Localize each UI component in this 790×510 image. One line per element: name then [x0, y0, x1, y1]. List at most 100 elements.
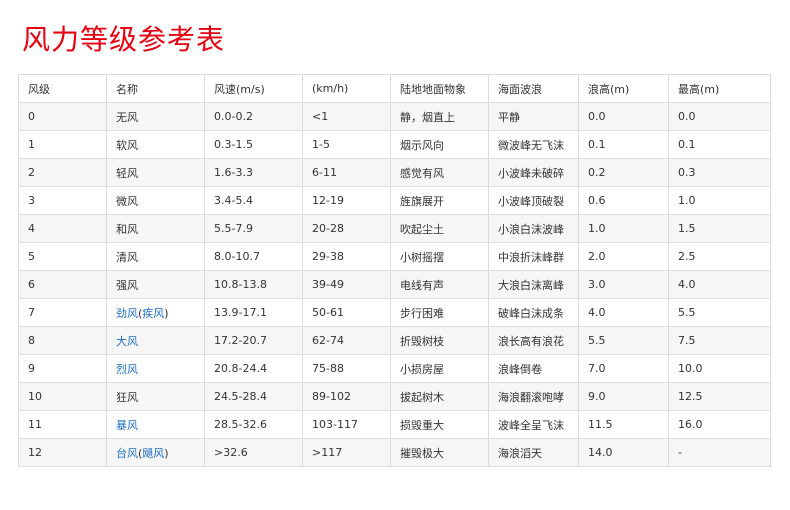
cell-land: 电线有声 [390, 270, 489, 299]
cell-sea: 中浪折沫峰群 [488, 242, 579, 271]
cell-name: 强风 [106, 270, 205, 299]
cell-speed-ms: 28.5-32.6 [204, 410, 303, 439]
wind-name-text: 清风 [116, 250, 138, 264]
cell-land: 感觉有风 [390, 158, 489, 187]
wind-name-link[interactable]: 大风 [116, 335, 138, 348]
cell-sea: 微波峰无飞沫 [488, 130, 579, 159]
table-row: 11 暴风 28.5-32.6 103-117 损毁重大 波峰全呈飞沫 11.5 16.0 [18, 410, 771, 439]
cell-speed-kmh: 75-88 [302, 354, 391, 383]
wind-name-text: 微风 [116, 194, 138, 208]
table-row: 7 劲风(疾风) 13.9-17.1 50-61 步行困难 破峰白沫成条 4.0 5.5 [18, 298, 771, 327]
wind-alt-name-link[interactable]: 疾风 [142, 307, 164, 320]
cell-speed-ms: 8.0-10.7 [204, 242, 303, 271]
table-row: 2 轻风 1.6-3.3 6-11 感觉有风 小波峰未破碎 0.2 0.3 [18, 158, 771, 187]
cell-level: 5 [18, 242, 107, 271]
wind-name-link[interactable]: 劲风 [116, 307, 138, 320]
wind-name-link[interactable]: 烈风 [116, 363, 138, 376]
cell-max: 10.0 [668, 354, 771, 383]
cell-land: 吹起尘土 [390, 214, 489, 243]
cell-level: 0 [18, 102, 107, 131]
cell-wave: 4.0 [578, 298, 669, 327]
cell-speed-ms: 10.8-13.8 [204, 270, 303, 299]
cell-max: 2.5 [668, 242, 771, 271]
table-row: 9 烈风 20.8-24.4 75-88 小损房屋 浪峰倒卷 7.0 10.0 [18, 354, 771, 383]
cell-level: 9 [18, 354, 107, 383]
cell-land: 折毁树枝 [390, 326, 489, 355]
cell-land: 损毁重大 [390, 410, 489, 439]
cell-speed-kmh: 20-28 [302, 214, 391, 243]
cell-max: 5.5 [668, 298, 771, 327]
cell-sea: 平静 [488, 102, 579, 131]
cell-speed-kmh: >117 [302, 438, 391, 467]
cell-level: 4 [18, 214, 107, 243]
cell-wave: 5.5 [578, 326, 669, 355]
wind-name-link[interactable]: 暴风 [116, 419, 138, 432]
wind-alt-name-link[interactable]: 飓风 [142, 447, 164, 460]
cell-wave: 0.0 [578, 102, 669, 131]
table-row: 4 和风 5.5-7.9 20-28 吹起尘土 小浪白沫波峰 1.0 1.5 [18, 214, 771, 243]
cell-level: 8 [18, 326, 107, 355]
cell-speed-kmh: 103-117 [302, 410, 391, 439]
cell-sea: 小浪白沫波峰 [488, 214, 579, 243]
cell-level: 11 [18, 410, 107, 439]
cell-sea: 小波峰顶破裂 [488, 186, 579, 215]
cell-level: 3 [18, 186, 107, 215]
cell-speed-kmh: 62-74 [302, 326, 391, 355]
cell-max: 1.0 [668, 186, 771, 215]
cell-max: 0.3 [668, 158, 771, 187]
cell-max: - [668, 438, 771, 467]
header-speed-kmh: (km/h) [302, 74, 391, 103]
table-row: 6 强风 10.8-13.8 39-49 电线有声 大浪白沫离峰 3.0 4.0 [18, 270, 771, 299]
cell-max: 0.1 [668, 130, 771, 159]
cell-land: 静，烟直上 [390, 102, 489, 131]
wind-name-text: 轻风 [116, 166, 138, 180]
cell-max: 12.5 [668, 382, 771, 411]
cell-sea: 海浪翻滚咆哮 [488, 382, 579, 411]
wind-name-text: 无风 [116, 110, 138, 124]
cell-speed-kmh: 29-38 [302, 242, 391, 271]
cell-wave: 1.0 [578, 214, 669, 243]
table-header-row: 风级 名称 风速(m/s) (km/h) 陆地地面物象 海面波浪 浪高(m) 最… [18, 74, 771, 103]
cell-speed-ms: 20.8-24.4 [204, 354, 303, 383]
page-title: 风力等级参考表 [22, 23, 226, 56]
cell-wave: 0.6 [578, 186, 669, 215]
cell-speed-ms: 0.0-0.2 [204, 102, 303, 131]
cell-sea: 海浪滔天 [488, 438, 579, 467]
table-row: 5 清风 8.0-10.7 29-38 小树摇摆 中浪折沫峰群 2.0 2.5 [18, 242, 771, 271]
cell-level: 12 [18, 438, 107, 467]
cell-name: 清风 [106, 242, 205, 271]
cell-max: 7.5 [668, 326, 771, 355]
cell-wave: 3.0 [578, 270, 669, 299]
cell-level: 1 [18, 130, 107, 159]
table-row: 12 台风(飓风) >32.6 >117 摧毁极大 海浪滔天 14.0- [18, 438, 771, 467]
cell-wave: 0.1 [578, 130, 669, 159]
cell-wave: 2.0 [578, 242, 669, 271]
cell-name: 无风 [106, 102, 205, 131]
paren-close: ) [164, 446, 169, 460]
wind-name-text: 狂风 [116, 390, 138, 404]
cell-speed-ms: 17.2-20.7 [204, 326, 303, 355]
wind-name-text: 强风 [116, 278, 138, 292]
header-land: 陆地地面物象 [390, 74, 489, 103]
wind-scale-table: 风级 名称 风速(m/s) (km/h) 陆地地面物象 海面波浪 浪高(m) 最… [18, 74, 771, 467]
cell-wave: 9.0 [578, 382, 669, 411]
cell-name: 轻风 [106, 158, 205, 187]
wind-name-text: 软风 [116, 138, 138, 152]
cell-sea: 小波峰未破碎 [488, 158, 579, 187]
paren-close: ) [164, 306, 169, 320]
header-max: 最高(m) [668, 74, 771, 103]
cell-sea: 浪峰倒卷 [488, 354, 579, 383]
cell-name: 暴风 [106, 410, 205, 439]
cell-max: 1.5 [668, 214, 771, 243]
wind-name-link[interactable]: 台风 [116, 447, 138, 460]
cell-speed-ms: >32.6 [204, 438, 303, 467]
cell-land: 摧毁极大 [390, 438, 489, 467]
header-wave: 浪高(m) [578, 74, 669, 103]
cell-land: 旌旗展开 [390, 186, 489, 215]
table-row: 8 大风 17.2-20.7 62-74 折毁树枝 浪长高有浪花 5.5 7.5 [18, 326, 771, 355]
cell-land: 烟示风向 [390, 130, 489, 159]
cell-speed-ms: 24.5-28.4 [204, 382, 303, 411]
cell-speed-kmh: 12-19 [302, 186, 391, 215]
cell-max: 0.0 [668, 102, 771, 131]
cell-speed-kmh: 1-5 [302, 130, 391, 159]
